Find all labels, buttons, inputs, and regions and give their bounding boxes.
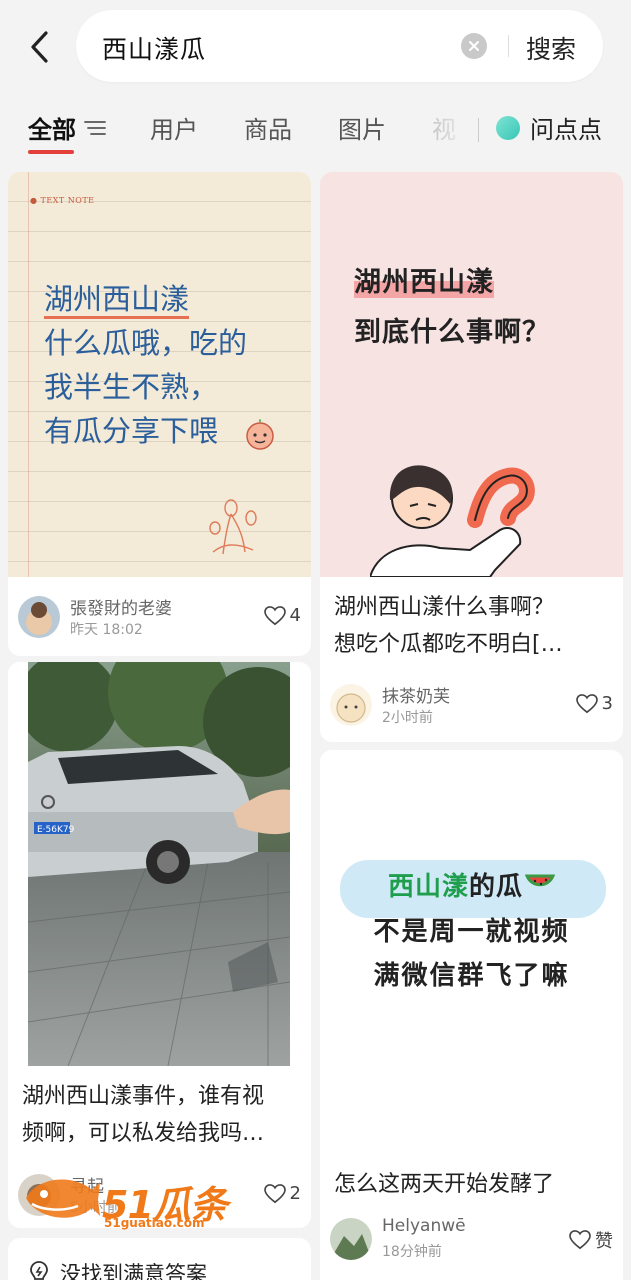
card-title[interactable]: 湖州西山漾什么事啊？ 想吃个瓜都吃不明白[…	[334, 589, 563, 663]
license-plate: E·56K79	[37, 825, 75, 835]
tab-separator	[478, 118, 479, 142]
card-title[interactable]: 湖州西山漾事件，谁有视 频啊，可以私发给我吗…	[22, 1078, 264, 1152]
peach-emoji-icon	[246, 419, 274, 450]
heart-icon	[575, 693, 598, 713]
card-meta: Helyanwē 18分钟前 赞	[330, 1216, 613, 1262]
active-tab-indicator	[28, 150, 74, 154]
like-count: 2	[289, 1183, 301, 1204]
like-count: 4	[289, 605, 301, 626]
tab-users[interactable]: 用户	[150, 110, 198, 145]
heart-icon	[263, 1183, 286, 1203]
card-meta: 張發財的老婆 昨天 18:02 4	[18, 594, 301, 640]
like-button[interactable]: 3	[575, 693, 613, 714]
card-meta: 抹茶奶芙 2小时前 3	[330, 682, 613, 728]
avatar[interactable]	[330, 1218, 372, 1260]
tab-products[interactable]: 商品	[244, 110, 292, 145]
heart-icon	[569, 1230, 591, 1250]
username[interactable]: 張發財的老婆	[70, 594, 172, 619]
watermelon-emoji-icon	[524, 874, 556, 887]
search-input[interactable]: 西山漾瓜 搜索	[76, 10, 603, 82]
cover-text: 湖州西山漾 到底什么事啊？	[354, 258, 550, 358]
wendian-icon[interactable]	[496, 116, 520, 140]
search-divider	[508, 35, 509, 57]
lightbulb-icon	[30, 1261, 48, 1280]
title-line: 想吃个瓜都吃不明白[…	[334, 632, 563, 657]
like-count: 3	[601, 693, 613, 714]
note-card-2[interactable]: 湖州西山漾 到底什么事啊？ 湖州西山漾什么事啊？ 想吃个瓜都吃不明白[… 抹茶奶…	[320, 172, 623, 742]
heart-icon	[263, 605, 286, 625]
like-button[interactable]: 赞	[569, 1227, 613, 1253]
search-button[interactable]: 搜索	[526, 30, 576, 66]
filter-icon[interactable]	[84, 120, 106, 136]
flower-doodle-icon	[209, 499, 257, 555]
note-cover: 湖州西山漾 到底什么事啊？	[320, 172, 623, 577]
search-query-text: 西山漾瓜	[102, 35, 207, 64]
note-card-4[interactable]: 西山漾的瓜 不是周一就视频 满微信群飞了嘛 怎么这两天开始发酵了 Helyanw…	[320, 750, 623, 1280]
no-answer-card[interactable]: 没找到满意答案	[8, 1238, 311, 1280]
fish-logo-icon	[26, 1179, 100, 1218]
result-tabs: 全部 用户 商品 图片 视 问点点	[0, 100, 631, 160]
cover-line: 到底什么事啊？	[354, 317, 550, 348]
cover-line: 西山漾的瓜	[320, 866, 623, 903]
avatar[interactable]	[330, 684, 372, 726]
cover-line: 什么瓜哦，吃的	[44, 326, 248, 360]
cover-line: 湖州西山漾	[354, 267, 494, 298]
watermark-logo: 51瓜条 51guatiao.com	[22, 1168, 246, 1232]
username[interactable]: 抹茶奶芙	[382, 682, 450, 707]
tab-all[interactable]: 全部	[28, 110, 76, 145]
title-line: 频啊，可以私发给我吗…	[22, 1121, 265, 1146]
video-frame: E·56K79	[28, 662, 290, 1066]
post-time: 昨天 18:02	[70, 622, 143, 638]
like-button[interactable]: 2	[263, 1183, 301, 1204]
note-cover: 西山漾的瓜 不是周一就视频 满微信群飞了嘛	[320, 750, 623, 1154]
tab-fade	[420, 100, 490, 156]
video-cover: E·56K79	[8, 662, 311, 1066]
cover-highlight-text: 西山漾	[387, 872, 469, 902]
cover-tag: ● TEXT NOTE	[30, 196, 95, 205]
paper-margin-line	[28, 172, 29, 577]
title-line: 湖州西山漾事件，谁有视	[22, 1084, 265, 1109]
confused-person-illustration	[370, 465, 535, 577]
username[interactable]: Helyanwē	[382, 1216, 466, 1236]
wendian-button[interactable]: 问点点	[530, 110, 602, 145]
cover-line: 满微信群飞了嘛	[373, 961, 570, 991]
cover-line: 我半生不熟，	[44, 370, 219, 404]
tab-images[interactable]: 图片	[338, 110, 386, 145]
cover-line: 湖州西山漾	[44, 282, 190, 319]
avatar[interactable]	[18, 596, 60, 638]
card-title[interactable]: 怎么这两天开始发酵了	[334, 1166, 554, 1203]
chevron-left-icon	[31, 31, 48, 63]
search-results-page: 西山漾瓜 搜索 全部 用户 商品 图片 视 问点点 ● TEXT NOTE	[0, 0, 631, 1280]
post-time: 18分钟前	[382, 1244, 442, 1260]
note-cover: ● TEXT NOTE 湖州西山漾 什么瓜哦，吃的 我半生不熟， 有瓜分享下喂	[8, 172, 311, 577]
post-time: 2小时前	[382, 710, 433, 726]
cover-line: 不是周一就视频	[373, 917, 570, 947]
back-button[interactable]	[22, 26, 58, 68]
watermark-site: 51guatiao.com	[104, 1216, 205, 1230]
like-button[interactable]: 4	[263, 605, 301, 626]
title-line: 湖州西山漾什么事啊？	[334, 595, 555, 620]
clear-icon[interactable]	[461, 33, 487, 59]
video-card[interactable]: E·56K79 湖州西山漾事件，谁有视 频啊，可以私发给我吗… 寻起 5小时前 …	[8, 662, 311, 1228]
no-answer-text: 没找到满意答案	[60, 1262, 207, 1280]
cover-text: 的瓜	[469, 872, 524, 902]
note-card-1[interactable]: ● TEXT NOTE 湖州西山漾 什么瓜哦，吃的 我半生不熟， 有瓜分享下喂	[8, 172, 311, 656]
like-label: 赞	[595, 1231, 613, 1252]
cover-text: 不是周一就视频 满微信群飞了嘛	[320, 910, 623, 998]
top-bar: 西山漾瓜 搜索	[0, 0, 631, 95]
